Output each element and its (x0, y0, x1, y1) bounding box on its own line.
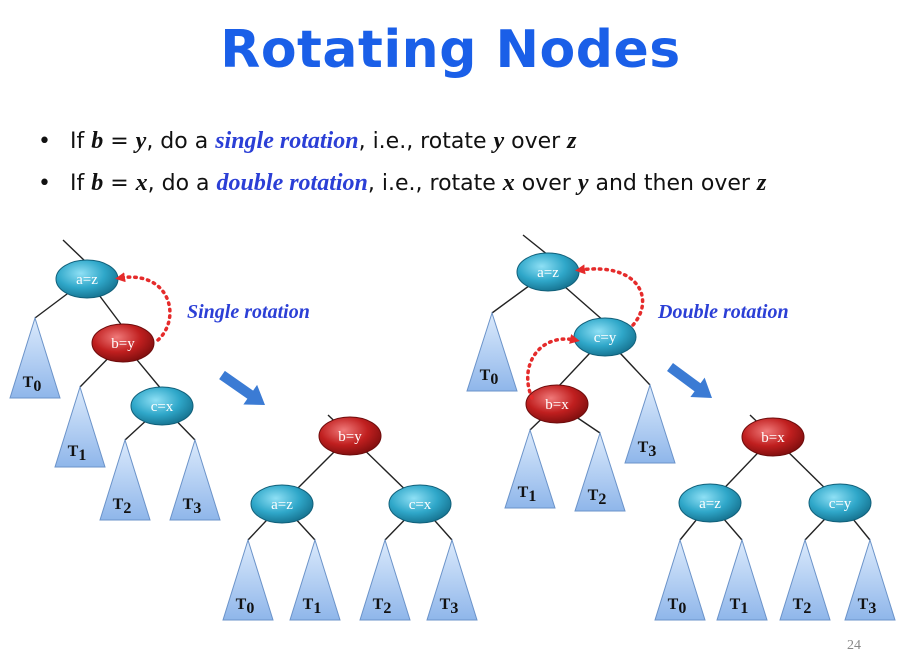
subtree-t1: T1 (504, 428, 556, 509)
subtree-t2: T2 (99, 438, 151, 521)
node-label: b=y (111, 336, 135, 352)
subtree-t1: T1 (289, 538, 341, 621)
node-c-x: c=x (130, 386, 194, 426)
node-label: a=z (699, 496, 721, 512)
subtree-t0: T0 (222, 538, 274, 621)
subtree-t3: T3 (844, 538, 896, 621)
parent-edge (62, 239, 88, 264)
single-rotation-label: Single rotation (187, 301, 310, 323)
node-a-z: a=z (678, 483, 742, 523)
subtree-t3: T3 (169, 438, 221, 521)
node-label: b=x (761, 430, 785, 446)
node-label: a=z (271, 497, 293, 513)
node-c-x: c=x (388, 484, 452, 524)
subtree-t0: T0 (9, 316, 61, 399)
node-label: c=y (829, 496, 852, 512)
node-b-x: b=x (741, 417, 805, 457)
rotation-annotations: Single rotation Double rotation (115, 264, 789, 406)
arrow-shape (667, 362, 713, 399)
node-a-z: a=z (516, 252, 580, 292)
node-label: b=y (338, 429, 362, 445)
subtree-t0: T0 (654, 538, 706, 621)
subtree-t3: T3 (426, 538, 478, 621)
node-b-y: b=y (318, 416, 382, 456)
parent-edge (522, 234, 549, 256)
arrow-shape (219, 370, 266, 406)
node-label: c=y (594, 330, 617, 346)
subtree-t0: T0 (466, 311, 518, 392)
rotation-diagram: T0T1T2 T3T0 T1 T2 T3T0T3T1 T2T0 T1 T2 T3 a=zb=yc… (9, 234, 896, 621)
node-label: b=x (545, 397, 569, 413)
dotted-rotation-arrow-outer (575, 264, 645, 327)
node-label: a=z (537, 265, 559, 281)
double-rotation-label: Double rotation (657, 301, 789, 323)
node-a-z: a=z (250, 484, 314, 524)
subtree-t2: T2 (359, 538, 411, 621)
subtree-t3: T3 (624, 383, 676, 464)
page-number: 24 (847, 638, 861, 653)
transition-arrow-double (667, 362, 713, 399)
node-c-y: c=y (808, 483, 872, 523)
subtree-t1: T1 (54, 385, 106, 468)
node-label: c=x (409, 497, 432, 513)
tree-nodes: a=z b=y c=x b=y a=z c=x a=z c=y b=x b=x a=z c=y (55, 252, 872, 524)
node-b-x: b=x (525, 384, 589, 424)
transition-arrow-single (219, 370, 266, 406)
subtree-t2: T2 (574, 431, 626, 512)
slide: Rotating Nodes • If b = y, do a single ro… (0, 0, 901, 666)
node-label: c=x (151, 399, 174, 415)
node-b-y: b=y (91, 323, 155, 363)
subtrees: T0T1T2 T3T0 T1 T2 T3T0T3T1 T2T0 T1 T2 T3 (9, 311, 896, 621)
subtree-t1: T1 (716, 538, 768, 621)
node-a-z: a=z (55, 259, 119, 299)
node-c-y: c=y (573, 317, 637, 357)
subtree-t2: T2 (779, 538, 831, 621)
node-label: a=z (76, 272, 98, 288)
